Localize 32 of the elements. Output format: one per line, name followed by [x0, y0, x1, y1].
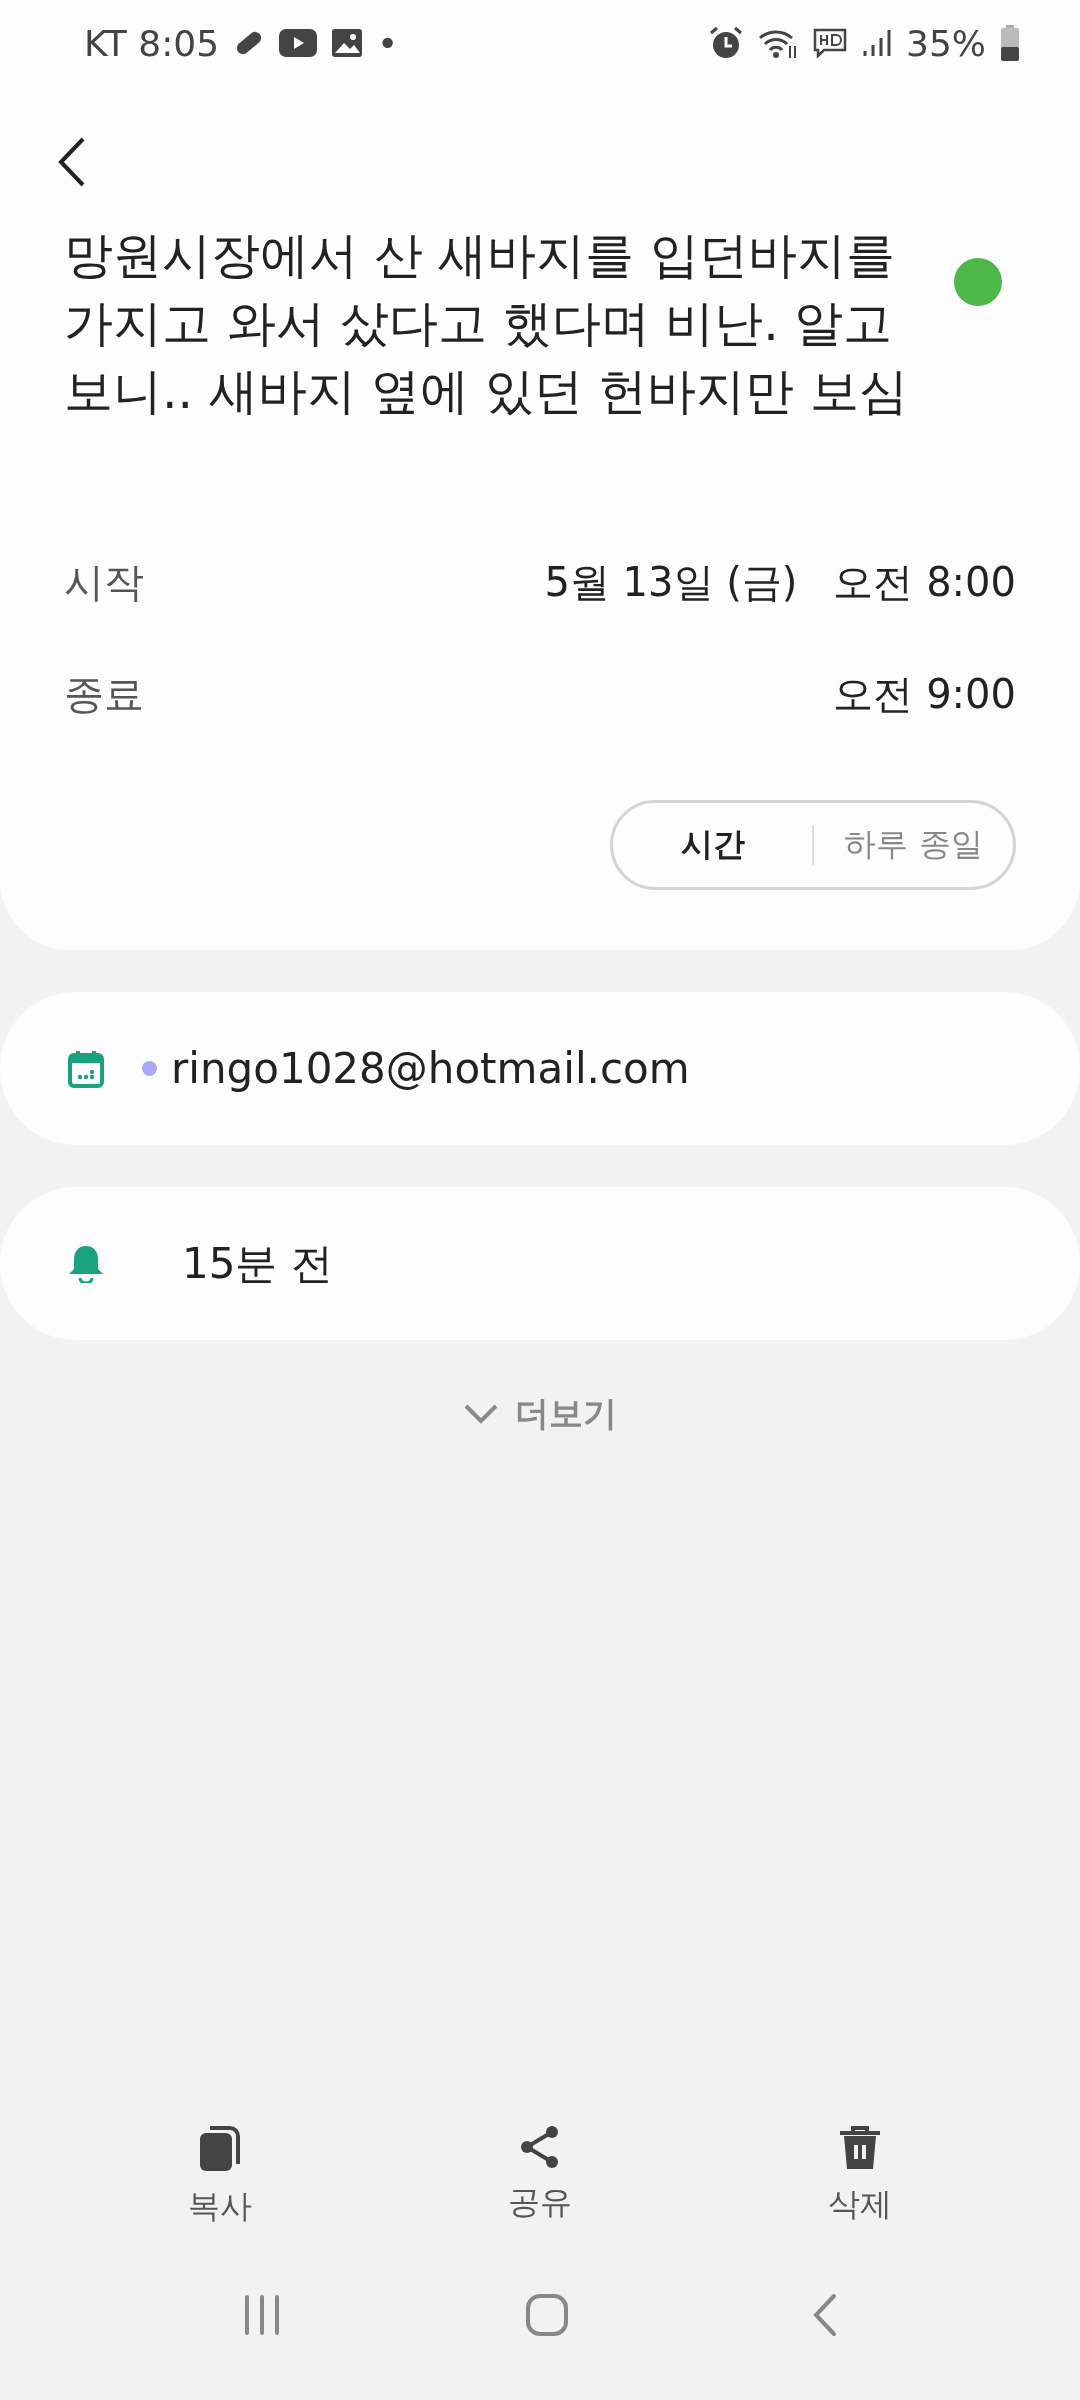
home-icon: [525, 2293, 569, 2337]
battery-icon: [1000, 25, 1020, 61]
video-icon: [279, 29, 318, 57]
signal-icon: [862, 28, 892, 58]
start-date[interactable]: 5월 13일 (금): [544, 554, 798, 610]
start-label: 시작: [64, 557, 144, 607]
alarm-icon: [708, 25, 744, 61]
back-icon: [57, 136, 87, 188]
calendar-icon: [68, 1049, 104, 1088]
delete-button[interactable]: 삭제: [760, 2124, 960, 2230]
chevron-down-icon: [463, 1403, 499, 1425]
start-time[interactable]: 오전 8:00: [833, 554, 1016, 610]
trash-icon: [838, 2125, 882, 2171]
back-icon: [812, 2293, 839, 2337]
event-color-dot[interactable]: [954, 258, 1002, 306]
notification-dot: •: [377, 22, 399, 64]
copy-icon: [198, 2125, 242, 2173]
share-button[interactable]: 공유: [440, 2124, 640, 2230]
end-time[interactable]: 오전 9:00: [833, 666, 1016, 722]
end-label: 종료: [64, 669, 144, 719]
hd-icon: [812, 28, 848, 58]
bell-icon: [68, 1244, 104, 1283]
copy-button[interactable]: 복사: [120, 2124, 320, 2230]
calendar-card[interactable]: ringo1028@hotmail.com: [0, 992, 1080, 1145]
battery-percent: 35%: [906, 22, 986, 64]
reminder-card[interactable]: 15분 전: [0, 1187, 1080, 1340]
carrier-time: KT 8:05: [84, 22, 220, 64]
event-title: 망원시장에서 산 새바지를 입던바지를 가지고 와서 샀다고 했다며 비난. 알고 보니.. 새바지 옆에 있던 헌바지만 보심: [64, 226, 910, 422]
time-mode-option[interactable]: 시간: [613, 803, 812, 887]
reminder-text: 15분 전: [182, 1237, 333, 1290]
calendar-account: ringo1028@hotmail.com: [171, 1044, 690, 1093]
image-icon: [331, 28, 364, 58]
